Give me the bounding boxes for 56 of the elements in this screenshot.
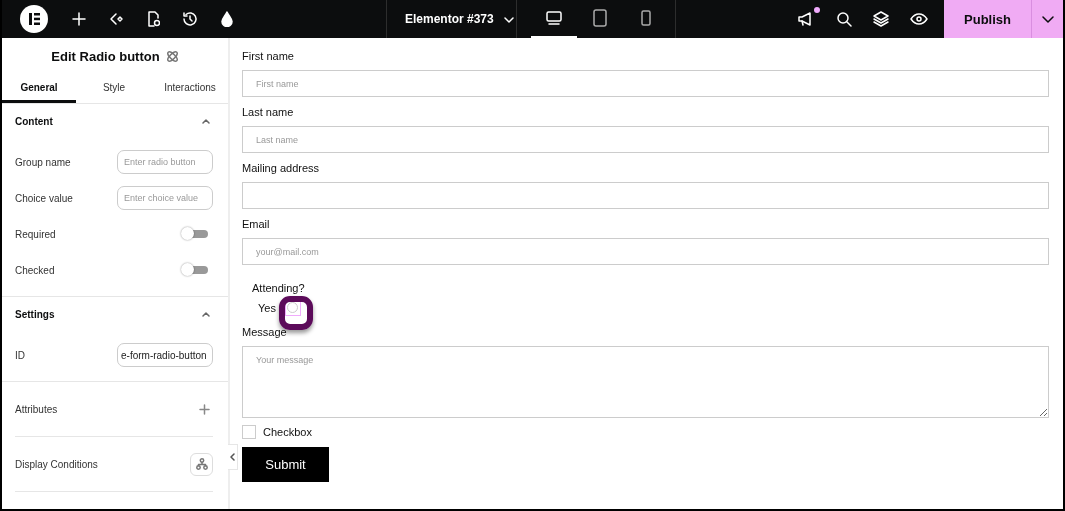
publish-button[interactable]: Publish (944, 0, 1031, 38)
toggle-switch[interactable] (184, 230, 208, 238)
field-label: Required (15, 228, 56, 240)
section-title[interactable]: Attributes (15, 403, 58, 415)
search-icon[interactable] (836, 11, 852, 27)
collapse-panel-handle[interactable] (228, 444, 238, 470)
text-field[interactable]: Enter radio button (117, 150, 213, 174)
panel-tab[interactable]: Style (76, 75, 152, 103)
desktop-icon (546, 11, 562, 25)
publish-options-button[interactable] (1031, 0, 1063, 38)
branch-icon[interactable] (108, 12, 124, 26)
conditions-button[interactable] (190, 452, 213, 476)
page-settings-icon[interactable] (146, 11, 160, 27)
field-label: First name (242, 49, 295, 63)
text-field[interactable]: Enter choice value (117, 186, 213, 210)
panel-tab[interactable]: General (2, 75, 76, 103)
chevron-left-icon (230, 453, 235, 461)
checkbox[interactable] (242, 425, 256, 439)
text-field[interactable]: your@mail.com (242, 238, 1049, 265)
droplet-icon[interactable] (220, 11, 234, 27)
message-field[interactable]: Your message (242, 346, 1049, 418)
field-label: Choice value (15, 192, 73, 204)
hierarchy-icon (195, 458, 208, 470)
text-field[interactable] (242, 182, 1049, 209)
layers-icon[interactable] (873, 11, 889, 27)
checkbox-label: Checkbox (263, 426, 312, 438)
field-label: Last name (242, 105, 295, 119)
history-icon[interactable] (182, 11, 198, 27)
chevron-down-icon (1041, 15, 1054, 23)
logo-icon[interactable] (20, 5, 48, 33)
submit-button[interactable]: Submit (242, 447, 329, 482)
section-title[interactable]: Display Conditions (15, 458, 98, 470)
field-label: Group name (15, 156, 71, 168)
field-label: Email (242, 217, 271, 231)
chevron-up-icon[interactable] (202, 311, 210, 317)
radio-label: Yes (258, 302, 276, 314)
text-field[interactable]: e-form-radio-button (117, 343, 213, 367)
section-title[interactable]: Content (15, 115, 53, 127)
atom-icon (165, 50, 179, 63)
chevron-up-icon[interactable] (202, 118, 210, 124)
panel-tab[interactable]: Interactions (152, 75, 228, 103)
text-field[interactable]: First name (242, 70, 1049, 97)
field-label: Attending? (252, 282, 306, 295)
chevron-down-icon (503, 17, 514, 23)
tablet-icon (593, 9, 607, 27)
section-title[interactable]: Settings (15, 308, 55, 320)
radio-button[interactable] (286, 302, 298, 313)
panel-title: Edit Radio button (51, 49, 160, 64)
text-field[interactable]: Last name (242, 126, 1049, 153)
field-label: Message (242, 325, 288, 339)
field-label: Mailing address (242, 161, 321, 175)
eye-icon[interactable] (910, 13, 928, 25)
field-label: Checked (15, 264, 55, 276)
mobile-icon (641, 10, 651, 26)
toggle-switch[interactable] (184, 266, 208, 274)
field-label: ID (15, 349, 25, 361)
